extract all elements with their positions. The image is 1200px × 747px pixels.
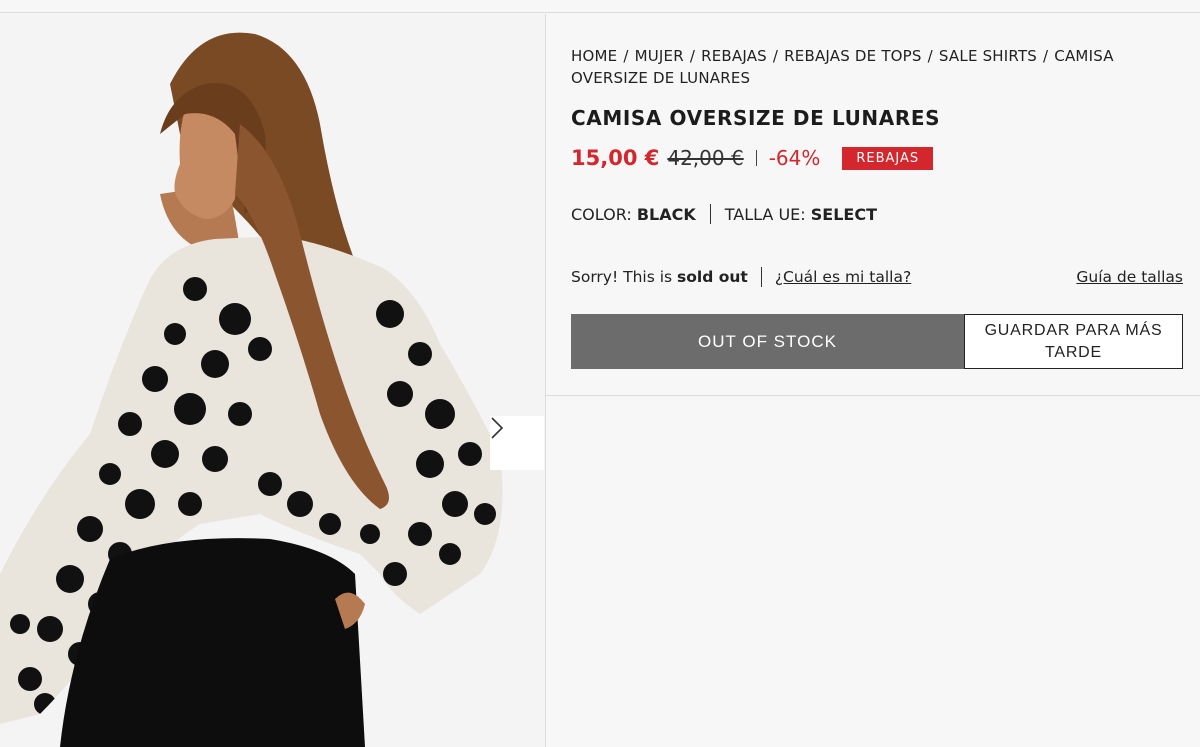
stock-divider: [760, 267, 762, 287]
save-for-later-button[interactable]: GUARDAR PARA MÁS TARDE: [964, 314, 1183, 369]
breadcrumb-rebajas-de-tops[interactable]: REBAJAS DE TOPS: [784, 47, 922, 65]
product-details-panel: HOME / MUJER / REBAJAS / REBAJAS DE TOPS / SALE …: [546, 14, 1200, 396]
breadcrumb-rebajas[interactable]: REBAJAS: [701, 47, 767, 65]
chevron-right-icon: [491, 417, 504, 439]
attribute-divider: [709, 204, 711, 224]
lower-panel: [546, 397, 1200, 747]
breadcrumb-separator: /: [927, 47, 933, 65]
breadcrumb-separator: /: [772, 47, 779, 65]
stock-status: sold out: [677, 268, 748, 286]
out-of-stock-button[interactable]: OUT OF STOCK: [571, 314, 964, 369]
product-image-gallery: [0, 14, 545, 747]
discount-percent: -64%: [768, 146, 821, 170]
size-label: TALLA UE:: [724, 204, 806, 224]
size-guide-link[interactable]: Guía de tallas: [1076, 268, 1183, 286]
price-row: 15,00 € 42,00 € -64% REBAJAS: [571, 144, 934, 172]
stock-status-row: Sorry! This is sold out ¿Cuál es mi tall…: [571, 267, 1183, 287]
breadcrumb-sale-shirts[interactable]: SALE SHIRTS: [939, 47, 1037, 65]
price-divider: [755, 150, 757, 166]
breadcrumb-mujer[interactable]: MUJER: [635, 47, 684, 65]
breadcrumb-separator: /: [623, 47, 629, 65]
breadcrumb-home[interactable]: HOME: [571, 47, 617, 65]
breadcrumb-separator: /: [689, 47, 696, 65]
color-value: BLACK: [636, 204, 696, 224]
breadcrumb-separator: /: [1043, 47, 1049, 65]
sale-badge: REBAJAS: [842, 146, 934, 170]
top-bar: [0, 0, 1200, 13]
product-attributes: COLOR: BLACK TALLA UE: SELECT: [571, 204, 877, 224]
color-label: COLOR:: [571, 204, 632, 224]
current-price: 15,00 €: [571, 146, 660, 170]
product-photo: [0, 32, 503, 747]
size-value[interactable]: SELECT: [811, 205, 877, 224]
product-title: CAMISA OVERSIZE DE LUNARES: [571, 106, 941, 130]
breadcrumb: HOME / MUJER / REBAJAS / REBAJAS DE TOPS / SALE …: [571, 45, 1171, 89]
next-image-button[interactable]: [490, 416, 544, 470]
stock-message: Sorry! This is: [571, 268, 673, 286]
original-price: 42,00 €: [667, 146, 744, 170]
size-help-link[interactable]: ¿Cuál es mi talla?: [775, 268, 911, 286]
